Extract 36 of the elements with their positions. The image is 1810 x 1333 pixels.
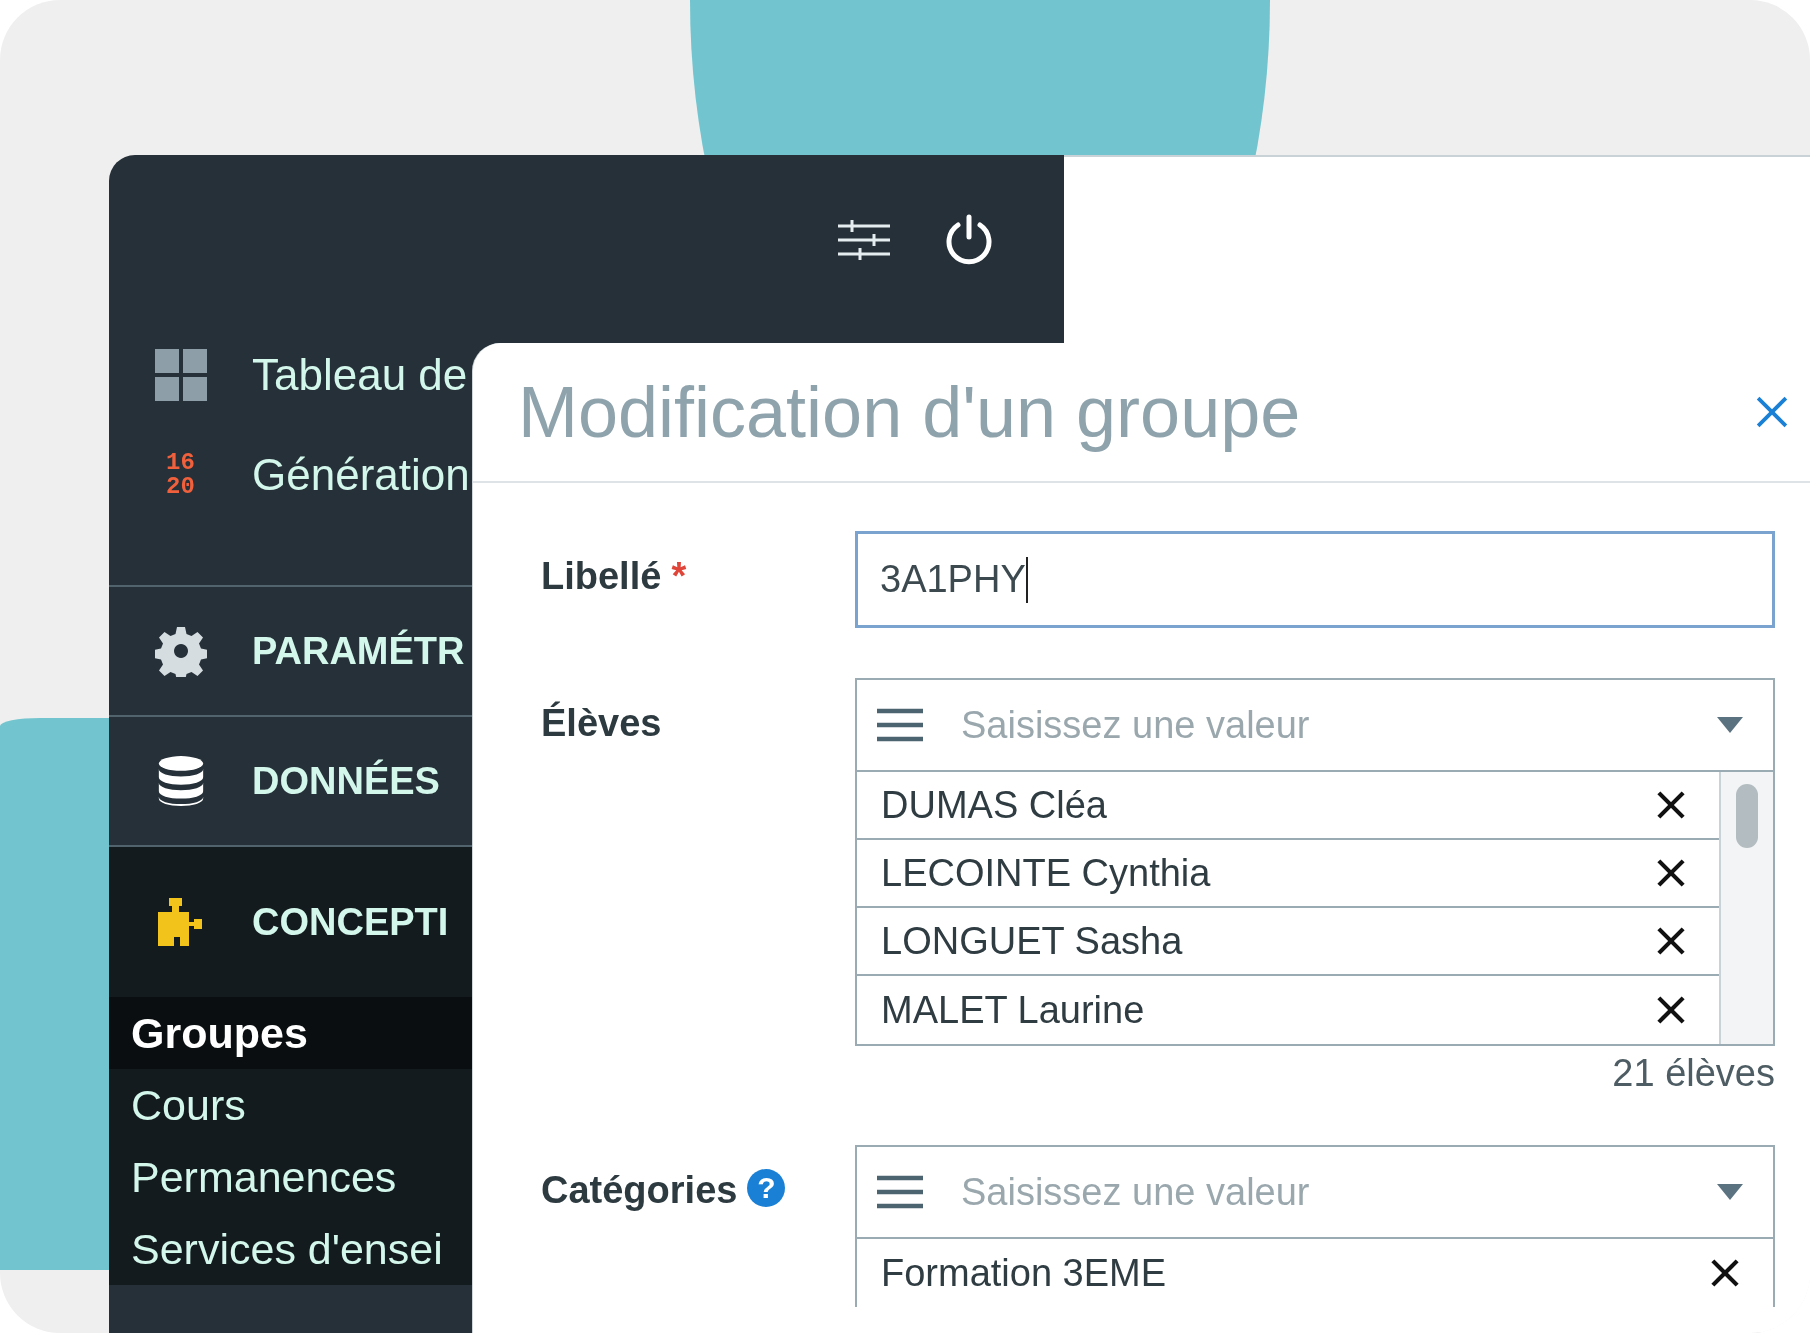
help-icon[interactable]: ? (747, 1169, 786, 1207)
sliders-icon[interactable] (836, 218, 892, 262)
menu-section[interactable]: DONNÉES (252, 759, 440, 803)
input-field[interactable]: 3A1PHY (855, 531, 1775, 628)
remove-icon[interactable] (1657, 927, 1685, 955)
grid-icon (154, 349, 207, 401)
remove-icon[interactable] (1657, 996, 1685, 1024)
database-icon (156, 755, 205, 807)
menu-icon (877, 708, 923, 742)
menu-icon (877, 1175, 923, 1209)
menu-section[interactable]: CONCEPTI (252, 900, 449, 944)
menu-section[interactable]: PARAMÉTR (252, 629, 465, 673)
remove-icon[interactable] (1657, 859, 1685, 887)
menu-item[interactable]: Génération (252, 450, 470, 500)
dropdown-icon (1717, 1184, 1743, 1200)
scrollbar[interactable] (1719, 772, 1773, 1044)
remove-icon[interactable] (1657, 791, 1685, 819)
text-cursor (1025, 556, 1028, 603)
selected-value: LONGUET Sasha (881, 919, 1183, 963)
selected-value: DUMAS Cléa (881, 783, 1107, 827)
score-icon: 16 20 (166, 451, 195, 499)
gear-icon (154, 625, 207, 677)
selected-value: LECOINTE Cynthia (881, 851, 1211, 895)
field-label: Élèves (541, 702, 662, 745)
required-mark: * (671, 555, 687, 598)
close-icon[interactable] (1756, 396, 1788, 428)
selected-value: MALET Laurine (881, 988, 1145, 1032)
remove-icon[interactable] (1711, 1259, 1739, 1287)
count-label: 21 élèves (1611, 1051, 1775, 1095)
scrollbar-thumb[interactable] (1736, 784, 1758, 848)
field-label: Catégories (541, 1169, 738, 1212)
selected-value: Formation 3EME (881, 1251, 1167, 1295)
menu-item[interactable]: Tableau de (252, 350, 468, 400)
dropdown-icon (1717, 717, 1743, 733)
field-label: Libellé (541, 555, 662, 598)
dialog-title: Modification d'un groupe (518, 371, 1301, 453)
